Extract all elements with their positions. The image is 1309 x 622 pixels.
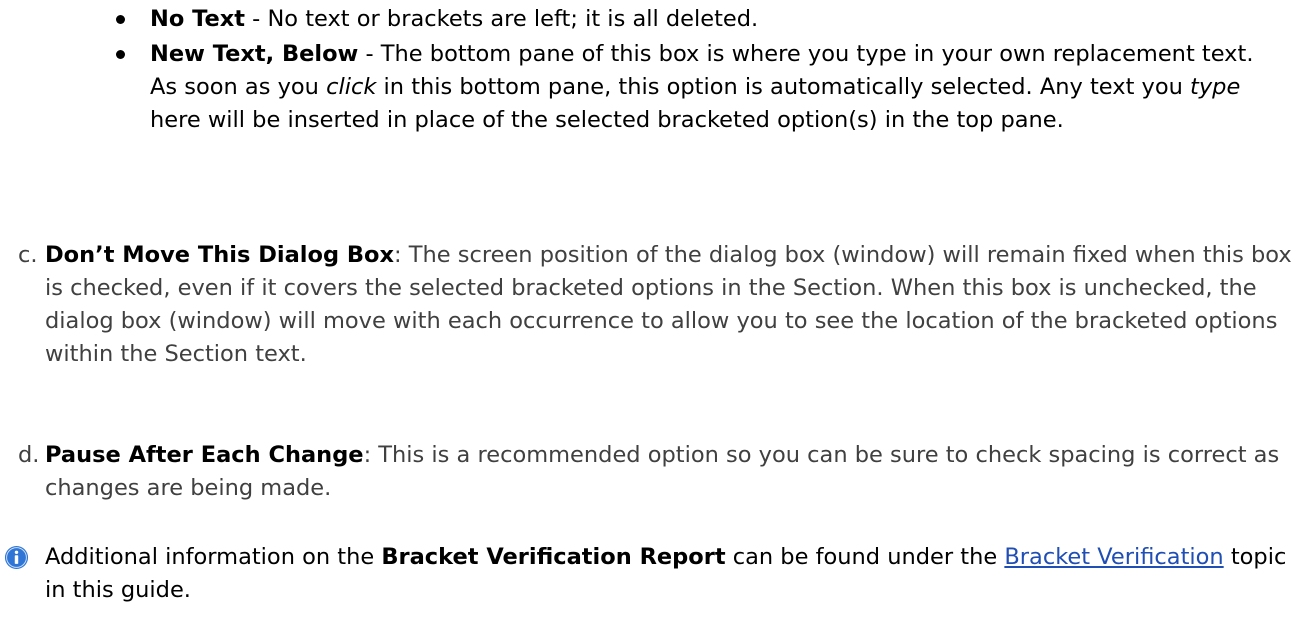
bullet-dot xyxy=(116,15,125,24)
item-body: Don’t Move This Dialog Box: The screen p… xyxy=(45,239,1300,371)
note-term: Bracket Verification Report xyxy=(381,544,726,570)
bullet-text: - No text or brackets are left; it is al… xyxy=(245,6,759,32)
list-item-c: c. Don’t Move This Dialog Box: The scree… xyxy=(0,239,1300,371)
list-item-d: d. Pause After Each Change: This is a re… xyxy=(0,439,1300,505)
bullet-text: here will be inserted in place of the se… xyxy=(150,107,1064,133)
bullet-dot xyxy=(116,50,125,59)
emphasis-type: type xyxy=(1190,74,1241,100)
info-icon xyxy=(4,545,29,570)
item-term: Pause After Each Change xyxy=(45,442,364,468)
bullet-term: No Text xyxy=(150,6,246,32)
note-text: Additional information on the xyxy=(45,544,382,570)
bullet-text: in this bottom pane, this option is auto… xyxy=(376,74,1191,100)
item-letter: c. xyxy=(18,242,38,268)
note-text: can be found under the xyxy=(725,544,1005,570)
item-letter: d. xyxy=(18,442,40,468)
note-body: Additional information on the Bracket Ve… xyxy=(45,541,1300,607)
bullet-item-no-text: No Text - No text or brackets are left; … xyxy=(116,3,759,36)
bullet-term: New Text, Below xyxy=(150,41,359,67)
item-body: Pause After Each Change: This is a recom… xyxy=(45,439,1300,505)
item-term: Don’t Move This Dialog Box xyxy=(45,242,395,268)
emphasis-click: click xyxy=(326,74,377,100)
bullet-item-new-text-below: New Text, Below - The bottom pane of thi… xyxy=(116,38,1260,137)
info-note: Additional information on the Bracket Ve… xyxy=(0,541,1300,607)
bracket-verification-link[interactable]: Bracket Verification xyxy=(1004,544,1223,570)
